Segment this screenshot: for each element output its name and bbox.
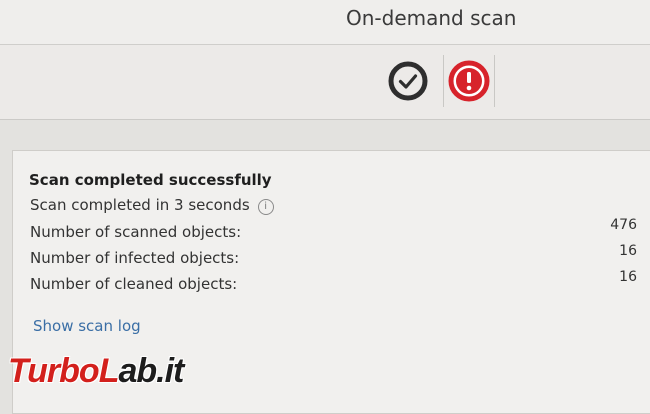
stat-row-scanned: Number of scanned objects: 476 — [30, 217, 650, 241]
window-header: On-demand scan — [0, 0, 650, 45]
page-title: On-demand scan — [346, 6, 517, 30]
alert-circle-icon — [448, 60, 490, 102]
scan-status-alert-button[interactable] — [443, 55, 495, 107]
stat-label: Number of cleaned objects: — [30, 275, 238, 293]
result-heading: Scan completed successfully — [29, 171, 272, 189]
scan-status-ok-button[interactable] — [383, 55, 433, 107]
scan-duration-text: Scan completed in 3 seconds — [30, 196, 250, 214]
show-scan-log-link[interactable]: Show scan log — [33, 317, 141, 335]
stat-row-infected: Number of infected objects: 16 — [30, 243, 650, 267]
watermark-logo: TurboLab.it — [8, 352, 184, 391]
watermark-part1: TurboL — [8, 352, 119, 390]
stat-value: 16 — [619, 243, 637, 259]
stat-row-cleaned: Number of cleaned objects: 16 — [30, 269, 650, 293]
stat-value: 16 — [619, 269, 637, 285]
info-icon[interactable]: i — [257, 199, 274, 215]
stat-value: 476 — [610, 217, 637, 233]
toolbar — [0, 45, 650, 120]
check-circle-icon — [388, 61, 428, 101]
stat-label: Number of infected objects: — [30, 249, 240, 267]
scan-duration-row: Scan completed in 3 seconds i — [30, 196, 650, 215]
stat-label: Number of scanned objects: — [30, 223, 242, 241]
watermark-part2: ab.it — [118, 352, 184, 390]
